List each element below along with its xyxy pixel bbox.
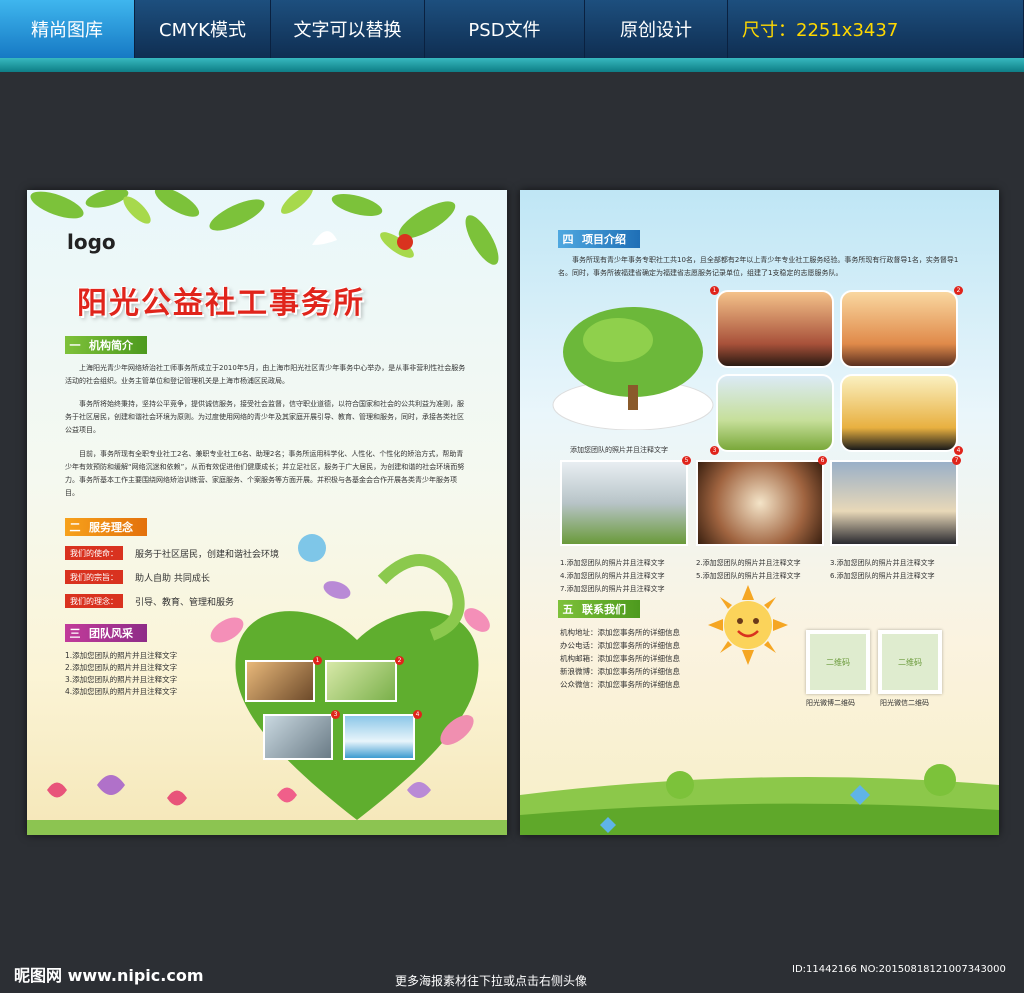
photo-caption: 6.添加您团队的照片并且注释文字 (830, 572, 935, 580)
photo-number: 2 (395, 656, 404, 665)
clover-icon (666, 771, 694, 799)
teal-strip (0, 58, 1024, 72)
size-label: 尺寸：2251x3437 (728, 0, 1024, 58)
photo-number: 5 (682, 456, 691, 465)
photo-number: 6 (818, 456, 827, 465)
contact-email: 机构邮箱：添加您事务所的详细信息 (560, 654, 680, 663)
photo-number: 3 (710, 446, 719, 455)
tree-illustration (552, 307, 714, 430)
team-photo-1 (245, 660, 315, 702)
mission-tag: 我们的使命： (65, 546, 123, 560)
section-contact: 五联系我们 (558, 600, 640, 618)
dove-icon (312, 231, 337, 245)
project-photo-3 (716, 374, 834, 452)
sun-icon (708, 585, 788, 665)
intro-paragraph-1: 上海阳光青少年网络矫治社工师事务所成立于2010年5月，由上海市阳光社区青少年事… (65, 364, 466, 385)
contact-weibo: 新浪微博：添加您事务所的详细信息 (560, 667, 680, 676)
tab-text-replace[interactable]: 文字可以替换 (271, 0, 425, 58)
contact-phone: 办公电话：添加您事务所的详细信息 (560, 641, 680, 650)
tab-jingshang[interactable]: 精尚图库 (0, 0, 135, 58)
logo: logo (67, 230, 116, 254)
intro-paragraph-2: 事务所将始终秉持，坚持公平竞争，提供诚信服务，接受社会监督，信守职业道德，以符合… (65, 400, 464, 434)
project-photo-5 (560, 460, 688, 546)
intro-paragraph-3: 目前，事务所现有全职专业社工2名、兼职专业社工6名、助理2名；事务所运用科学化、… (65, 450, 465, 497)
photo-caption: 4.添加您团队的照片并且注释文字 (560, 572, 665, 580)
tab-original[interactable]: 原创设计 (585, 0, 728, 58)
flowers-decoration (27, 775, 507, 835)
project-photo-2 (840, 290, 958, 368)
balloon-icon (298, 534, 326, 562)
tab-cmyk[interactable]: CMYK模式 (135, 0, 271, 58)
ladybug-icon (397, 234, 413, 250)
photo-number: 1 (313, 656, 322, 665)
team-photo-2 (325, 660, 397, 702)
image-id: ID:11442166 NO:20150818121007343000 (792, 964, 1006, 975)
photo-number: 3 (331, 710, 340, 719)
section-projects: 四项目介绍 (558, 230, 640, 248)
contact-list: 机构地址：添加您事务所的详细信息 办公电话：添加您事务所的详细信息 机构邮箱：添… (560, 626, 720, 691)
concept-tag: 我们的理念： (65, 594, 123, 608)
photo-number: 4 (954, 446, 963, 455)
section-philosophy: 二服务理念 (65, 518, 147, 536)
purpose-tag: 我们的宗旨： (65, 570, 123, 584)
section-intro: 一机构简介 (65, 336, 147, 354)
photo-caption: 2.添加您团队的照片并且注释文字 (696, 559, 801, 567)
weibo-qr: 二维码 (806, 630, 870, 694)
photo-number: 1 (710, 286, 719, 295)
tree-caption: 添加您团队的照片并且注释文字 (570, 446, 668, 454)
photo-caption: 3.添加您团队的照片并且注释文字 (830, 559, 935, 567)
flyer-back: 四项目介绍 事务所现有青少年事务专职社工共10名，且全部都有2年以上青少年专业社… (520, 190, 999, 835)
project-photo-7 (830, 460, 958, 546)
photo-caption: 5.添加您团队的照片并且注释文字 (696, 572, 801, 580)
contact-wechat: 公众微信：添加您事务所的详细信息 (560, 680, 680, 689)
photo-caption: 1.添加您团队的照片并且注释文字 (560, 559, 665, 567)
contact-address: 机构地址：添加您事务所的详细信息 (560, 628, 680, 637)
page-title: 阳光公益社工事务所 (77, 286, 365, 321)
photo-number: 4 (413, 710, 422, 719)
section-team: 三团队风采 (65, 624, 147, 642)
photo-number: 7 (952, 456, 961, 465)
flyer-front: logo 阳光公益社工事务所 一机构简介 上海阳光青少年网络矫治社工师事务所成立… (27, 190, 507, 835)
grass-decoration (520, 764, 999, 835)
top-bar: 精尚图库 CMYK模式 文字可以替换 PSD文件 原创设计 尺寸：2251x34… (0, 0, 1024, 58)
wechat-qr: 二维码 (878, 630, 942, 694)
project-photo-6 (696, 460, 824, 546)
projects-intro: 事务所现有青少年事务专职社工共10名，且全部都有2年以上青少年专业社工服务经验。… (558, 256, 959, 277)
photo-caption: 7.添加您团队的照片并且注释文字 (560, 585, 665, 593)
project-photo-1 (716, 290, 834, 368)
photo-number: 2 (954, 286, 963, 295)
tab-psd[interactable]: PSD文件 (425, 0, 585, 58)
clover-icon (924, 764, 956, 796)
footer-hint: 更多海报素材往下拉或点击右侧头像 (395, 974, 588, 988)
project-photo-4 (840, 374, 958, 452)
purpose-text: 助人自助 共同成长 (135, 574, 210, 584)
site-logo[interactable]: 昵图网 www.nipic.com (14, 962, 204, 986)
weibo-qr-caption: 阳光微博二维码 (806, 699, 855, 707)
wechat-qr-caption: 阳光微信二维码 (880, 699, 929, 707)
